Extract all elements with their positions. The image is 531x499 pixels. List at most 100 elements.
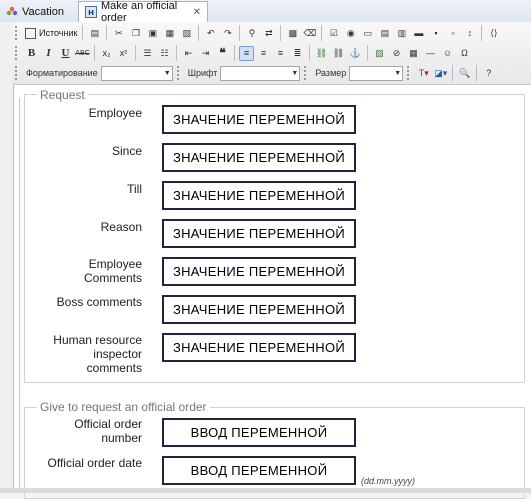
select-all-icon[interactable]: ▩ — [285, 26, 300, 41]
smiley-icon[interactable]: ☺ — [440, 46, 455, 61]
undo-icon[interactable]: ↶ — [203, 26, 218, 41]
code-icon[interactable]: ⟨⟩ — [486, 26, 501, 41]
outdent-icon[interactable]: ⇤ — [181, 46, 196, 61]
official-order-date-label: Official order date — [47, 456, 143, 470]
label-line: Employee — [88, 257, 142, 271]
chevron-down-icon: ▼ — [163, 69, 171, 77]
separator — [309, 45, 310, 61]
align-right-icon[interactable]: ≡ — [273, 46, 288, 61]
hidden-field-icon[interactable]: ▫ — [445, 26, 460, 41]
separator — [481, 25, 483, 41]
separator — [321, 25, 323, 41]
tab-bar: Vacation H Make an official order ✕ — [0, 0, 531, 24]
cut-icon[interactable]: ✂ — [111, 26, 126, 41]
flash-icon[interactable]: ⊘ — [389, 46, 404, 61]
employee-comments-value[interactable]: ЗНАЧЕНИЕ ПЕРЕМЕННОЙ — [162, 257, 356, 286]
hr-inspector-comments-value[interactable]: ЗНАЧЕНИЕ ПЕРЕМЕННОЙ — [162, 333, 356, 362]
bold-button[interactable]: B — [24, 46, 39, 61]
superscript-button[interactable]: x² — [116, 46, 131, 61]
redo-icon[interactable]: ↷ — [220, 26, 235, 41]
label-line: inspector — [93, 347, 142, 361]
separator — [239, 25, 241, 41]
source-button[interactable]: Источник — [23, 26, 79, 41]
remove-format-icon[interactable]: ⌫ — [302, 26, 317, 41]
unlink-icon[interactable]: ⛓ — [331, 46, 346, 61]
separator — [198, 25, 200, 41]
replace-icon[interactable]: ⇄ — [261, 26, 276, 41]
copy-icon[interactable]: ❐ — [128, 26, 143, 41]
help-icon[interactable]: ? — [481, 66, 496, 81]
text-color-icon[interactable]: T▾ — [416, 66, 431, 81]
bulleted-list-icon[interactable]: ☷ — [157, 46, 172, 61]
status-bar — [0, 488, 531, 493]
official-order-number-input[interactable]: ВВОД ПЕРЕМЕННОЙ — [162, 418, 356, 447]
preview-icon[interactable]: 🔍 — [457, 66, 472, 81]
toolbar-grip — [304, 66, 309, 80]
boss-comments-value[interactable]: ЗНАЧЕНИЕ ПЕРЕМЕННОЙ — [162, 295, 356, 324]
reason-value[interactable]: ЗНАЧЕНИЕ ПЕРЕМЕННОЙ — [162, 219, 356, 248]
align-center-icon[interactable]: ≡ — [256, 46, 271, 61]
tab-label: Vacation — [22, 5, 64, 18]
source-icon — [25, 27, 36, 39]
toolbar-grip — [15, 46, 20, 60]
paste-word-icon[interactable]: ▧ — [179, 26, 194, 41]
anchor-icon[interactable]: ⚓ — [348, 46, 363, 61]
label-line: comments — [86, 361, 142, 375]
select-field-icon[interactable]: ▥ — [394, 26, 409, 41]
new-page-icon[interactable]: ▤ — [87, 26, 102, 41]
tab-make-official-order[interactable]: H Make an official order ✕ — [78, 0, 208, 24]
find-icon[interactable]: ⚲ — [244, 26, 259, 41]
table-icon[interactable]: ▦ — [406, 46, 421, 61]
size-select[interactable]: ▼ — [349, 65, 404, 81]
image-icon[interactable]: ▨ — [372, 46, 387, 61]
italic-button[interactable]: I — [41, 46, 56, 61]
since-value[interactable]: ЗНАЧЕНИЕ ПЕРЕМЕННОЙ — [162, 143, 356, 172]
radio-icon[interactable]: ◉ — [343, 26, 358, 41]
button-field-icon[interactable]: ▬ — [411, 26, 426, 41]
label-line: number — [101, 431, 142, 445]
format-select[interactable]: ▼ — [100, 65, 173, 81]
background-color-icon[interactable]: ◪▾ — [433, 66, 448, 81]
reason-label: Reason — [100, 220, 142, 234]
textarea-icon[interactable]: ▤ — [377, 26, 392, 41]
separator — [234, 45, 235, 61]
special-char-icon[interactable]: Ω — [457, 46, 472, 61]
label-line: Comments — [83, 271, 142, 285]
blockquote-icon[interactable]: ❝ — [215, 46, 230, 61]
since-label: Since — [111, 144, 142, 158]
boss-comments-label: Boss comments — [56, 295, 142, 309]
paste-icon[interactable]: ▣ — [145, 26, 160, 41]
subscript-button[interactable]: x₂ — [99, 46, 114, 61]
numbered-list-icon[interactable]: ☰ — [140, 46, 155, 61]
till-value[interactable]: ЗНАЧЕНИЕ ПЕРЕМЕННОЙ — [162, 181, 356, 210]
official-order-date-input[interactable]: ВВОД ПЕРЕМЕННОЙ — [162, 456, 356, 485]
separator — [367, 45, 368, 61]
link-icon[interactable]: ⛓ — [314, 46, 329, 61]
image-button-icon[interactable]: ▪ — [428, 26, 443, 41]
align-left-icon[interactable]: ≡ — [239, 45, 254, 61]
align-justify-icon[interactable]: ≣ — [290, 46, 305, 61]
label-line: Human resource — [53, 333, 142, 347]
separator — [106, 25, 108, 41]
separator — [135, 45, 136, 61]
close-icon[interactable]: ✕ — [193, 7, 201, 18]
separator — [280, 25, 282, 41]
checkbox-icon[interactable]: ☑ — [326, 26, 341, 41]
separator — [94, 45, 95, 61]
font-select[interactable]: ▼ — [220, 65, 301, 81]
indent-icon[interactable]: ⇥ — [198, 46, 213, 61]
toolbar-row-2: B I U ABC x₂ x² ☰ ☷ ⇤ ⇥ ❝ ≡ ≡ ≡ ≣ ⛓ ⛓ ⚓ … — [13, 43, 473, 63]
underline-button[interactable]: U — [58, 46, 73, 61]
strikethrough-button[interactable]: ABC — [75, 46, 90, 61]
editor-margin-line — [19, 98, 20, 493]
left-gutter — [0, 22, 13, 493]
horizontal-rule-icon[interactable]: ― — [423, 46, 438, 61]
tab-vacation[interactable]: Vacation — [0, 2, 76, 21]
paste-text-icon[interactable]: ▦ — [162, 26, 177, 41]
toolbar-grip — [176, 66, 182, 80]
employee-value[interactable]: ЗНАЧЕНИЕ ПЕРЕМЕННОЙ — [162, 105, 356, 134]
textfield-icon[interactable]: ▭ — [360, 26, 375, 41]
toolbar-row-3: Форматирование ▼ Шрифт ▼ Размер ▼ T▾ ◪▾ … — [13, 63, 497, 83]
separator — [82, 25, 84, 41]
number-field-icon[interactable]: ↕ — [462, 26, 477, 41]
